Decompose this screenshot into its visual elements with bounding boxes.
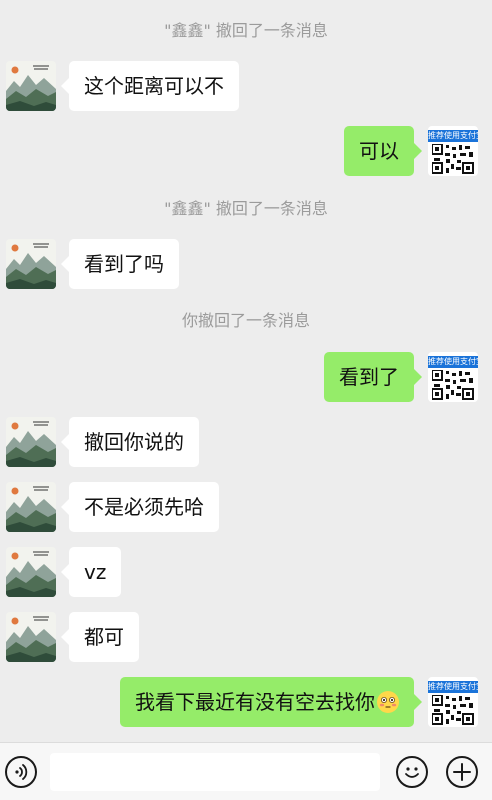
recall-name: "鑫鑫" — [164, 21, 211, 40]
recall-text: 撤回了一条消息 — [215, 21, 328, 40]
self-avatar-caption: 推荐使用支付宝 — [428, 130, 478, 142]
message-row: 我看下最近有没有空去找你 推荐使用支付宝 — [0, 677, 492, 729]
message-bubble-incoming[interactable]: 不是必须先哈 — [61, 482, 219, 532]
message-row: 都可 — [0, 612, 492, 664]
recall-notice: "鑫鑫" 撤回了一条消息 — [0, 199, 492, 219]
self-avatar[interactable]: 推荐使用支付宝 — [428, 677, 478, 727]
landscape-painting-icon — [6, 482, 56, 532]
self-avatar-caption: 推荐使用支付宝 — [428, 681, 478, 693]
recall-name: 你 — [181, 311, 198, 330]
message-text: 我看下最近有没有空去找你 — [135, 690, 375, 714]
contact-avatar[interactable] — [6, 612, 56, 662]
self-avatar[interactable]: 推荐使用支付宝 — [428, 126, 478, 176]
recall-name: "鑫鑫" — [164, 199, 211, 218]
message-bubble-outgoing[interactable]: 我看下最近有没有空去找你 — [120, 677, 422, 727]
chat-area: "鑫鑫" 撤回了一条消息 这个距离可以不 可以 推荐使用支付宝 — [0, 0, 492, 742]
landscape-painting-icon — [6, 417, 56, 467]
plus-icon[interactable] — [446, 756, 478, 788]
input-bar — [0, 742, 492, 800]
message-row: 这个距离可以不 — [0, 61, 492, 113]
landscape-painting-icon — [6, 547, 56, 597]
contact-avatar[interactable] — [6, 482, 56, 532]
message-bubble-incoming[interactable]: vz — [60, 547, 122, 597]
qr-code-icon — [432, 695, 474, 725]
message-bubble-incoming[interactable]: 这个距离可以不 — [61, 61, 239, 111]
message-row: 可以 推荐使用支付宝 — [0, 126, 492, 178]
message-row: 看到了 推荐使用支付宝 — [0, 352, 492, 404]
contact-avatar[interactable] — [6, 239, 56, 289]
emoji-icon[interactable] — [396, 756, 428, 788]
message-bubble-incoming[interactable]: 都可 — [61, 612, 139, 662]
message-row: vz — [0, 547, 492, 599]
landscape-painting-icon — [6, 239, 56, 289]
contact-avatar[interactable] — [6, 547, 56, 597]
landscape-painting-icon — [6, 612, 56, 662]
self-avatar-caption: 推荐使用支付宝 — [428, 356, 478, 368]
message-bubble-incoming[interactable]: 撤回你说的 — [61, 417, 199, 467]
contact-avatar[interactable] — [6, 61, 56, 111]
qr-code-icon — [432, 144, 474, 174]
message-row: 不是必须先哈 — [0, 482, 492, 534]
message-bubble-incoming[interactable]: 看到了吗 — [61, 239, 179, 289]
recall-notice: "鑫鑫" 撤回了一条消息 — [0, 21, 492, 41]
self-avatar[interactable]: 推荐使用支付宝 — [428, 352, 478, 402]
contact-avatar[interactable] — [6, 417, 56, 467]
recall-text: 撤回了一条消息 — [215, 199, 328, 218]
message-input[interactable] — [50, 753, 380, 791]
qr-code-icon — [432, 370, 474, 400]
flushed-face-icon — [377, 691, 399, 713]
message-bubble-outgoing[interactable]: 看到了 — [324, 352, 422, 402]
recall-text: 撤回了一条消息 — [198, 311, 311, 330]
landscape-painting-icon — [6, 61, 56, 111]
message-bubble-outgoing[interactable]: 可以 — [344, 126, 422, 176]
message-row: 看到了吗 — [0, 239, 492, 291]
voice-icon[interactable] — [5, 756, 37, 788]
message-row: 撤回你说的 — [0, 417, 492, 469]
recall-notice: 你撤回了一条消息 — [0, 311, 492, 331]
